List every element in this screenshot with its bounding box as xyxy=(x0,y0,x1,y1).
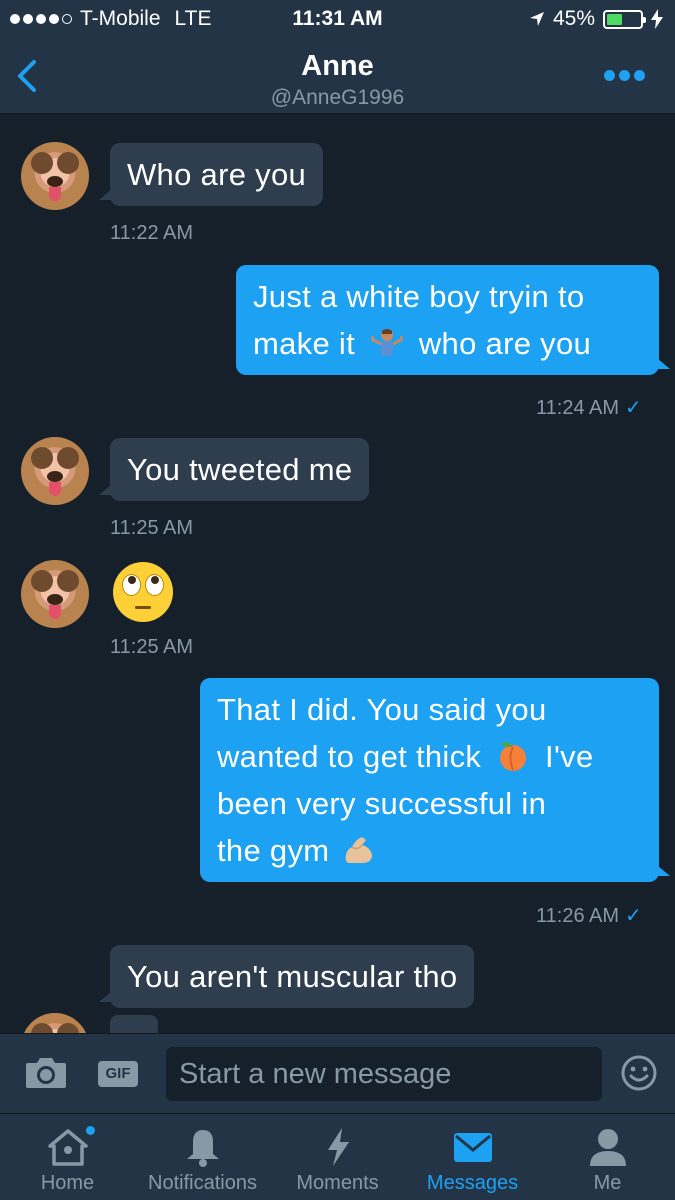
timestamp-text: 11:26 AM xyxy=(536,905,620,927)
message-bubble-incoming[interactable]: You tweeted me xyxy=(98,438,370,501)
contact-handle: @AnneG1996 xyxy=(270,86,405,109)
battery-icon xyxy=(603,9,646,29)
timestamp-text: 11:24 AM xyxy=(536,397,620,419)
message-line: make it who are you xyxy=(253,320,642,367)
tab-me[interactable]: Me xyxy=(560,1114,655,1200)
message-timestamp: 11:25 AM xyxy=(110,636,194,658)
message-text: the gym xyxy=(217,833,330,868)
tab-moments[interactable]: Moments xyxy=(285,1114,390,1200)
tab-home[interactable]: Home xyxy=(20,1114,115,1200)
contact-avatar[interactable] xyxy=(21,142,89,210)
message-timestamp: 11:26 AM ✓ xyxy=(536,903,642,928)
face-with-rolling-eyes-emoji-icon[interactable] xyxy=(113,562,173,622)
emoji-picker-icon[interactable] xyxy=(620,1054,658,1092)
tab-label: Home xyxy=(40,1172,95,1194)
message-timestamp: 11:24 AM ✓ xyxy=(536,395,642,420)
message-line: That I did. You said you xyxy=(217,692,547,727)
tab-label: Me xyxy=(593,1172,622,1194)
charging-bolt-icon xyxy=(651,9,663,29)
message-text: wanted to get thick xyxy=(217,739,482,774)
bell-icon xyxy=(186,1130,219,1167)
message-line: wanted to get thick I've xyxy=(217,733,642,780)
contact-avatar[interactable] xyxy=(21,560,89,628)
tab-messages[interactable]: Messages xyxy=(415,1114,530,1200)
lightning-icon xyxy=(327,1128,349,1166)
tab-notifications[interactable]: Notifications xyxy=(135,1114,270,1200)
message-text: who are you xyxy=(418,326,592,361)
person-shrugging-emoji-icon xyxy=(370,329,404,356)
message-text: I've xyxy=(545,739,594,774)
contact-avatar[interactable] xyxy=(21,1013,89,1033)
message-line: Just a white boy tryin to xyxy=(253,279,585,314)
more-options-icon[interactable] xyxy=(604,70,645,81)
conversation-header: Anne @AnneG1996 xyxy=(0,38,675,114)
tab-label: Notifications xyxy=(148,1172,257,1194)
message-bubble-incoming[interactable]: You aren't muscular tho xyxy=(98,945,475,1008)
message-bubble-outgoing[interactable]: That I did. You said you wanted to get t… xyxy=(200,678,670,882)
message-bubble-incoming[interactable]: Who are you xyxy=(98,143,324,206)
tab-label: Moments xyxy=(296,1172,379,1194)
camera-icon[interactable] xyxy=(24,1054,68,1090)
read-checkmark-icon: ✓ xyxy=(625,905,642,927)
home-icon xyxy=(47,1129,88,1166)
gif-button[interactable]: GIF xyxy=(98,1061,138,1087)
message-input[interactable] xyxy=(166,1047,602,1101)
read-checkmark-icon: ✓ xyxy=(625,397,642,419)
message-thread[interactable]: Who are you 11:22 AM Just a white boy tr… xyxy=(0,115,675,1033)
compose-bar: GIF xyxy=(0,1033,675,1113)
envelope-icon xyxy=(453,1133,492,1162)
contact-name: Anne xyxy=(301,50,374,82)
typing-bubble-partial xyxy=(110,1015,158,1033)
tab-label: Messages xyxy=(426,1172,519,1194)
home-notification-badge xyxy=(84,1124,97,1137)
message-line: the gym xyxy=(217,827,642,874)
contact-avatar[interactable] xyxy=(21,437,89,505)
message-timestamp: 11:22 AM xyxy=(110,222,194,244)
status-right: 45% xyxy=(529,7,663,31)
message-timestamp: 11:25 AM xyxy=(110,517,194,539)
flexed-biceps-emoji-icon xyxy=(345,837,373,863)
tab-bar: Home Notifications Moments Messages Me xyxy=(0,1113,675,1200)
status-bar: T-Mobile LTE 11:31 AM 45% xyxy=(0,0,675,38)
person-icon xyxy=(589,1129,626,1166)
message-line: been very successful in xyxy=(217,786,547,821)
battery-percent: 45% xyxy=(552,7,595,30)
peach-emoji-icon xyxy=(500,742,527,771)
message-bubble-outgoing[interactable]: Just a white boy tryin to make it who ar… xyxy=(236,265,670,375)
location-arrow-icon xyxy=(529,12,544,26)
message-text: make it xyxy=(253,326,356,361)
